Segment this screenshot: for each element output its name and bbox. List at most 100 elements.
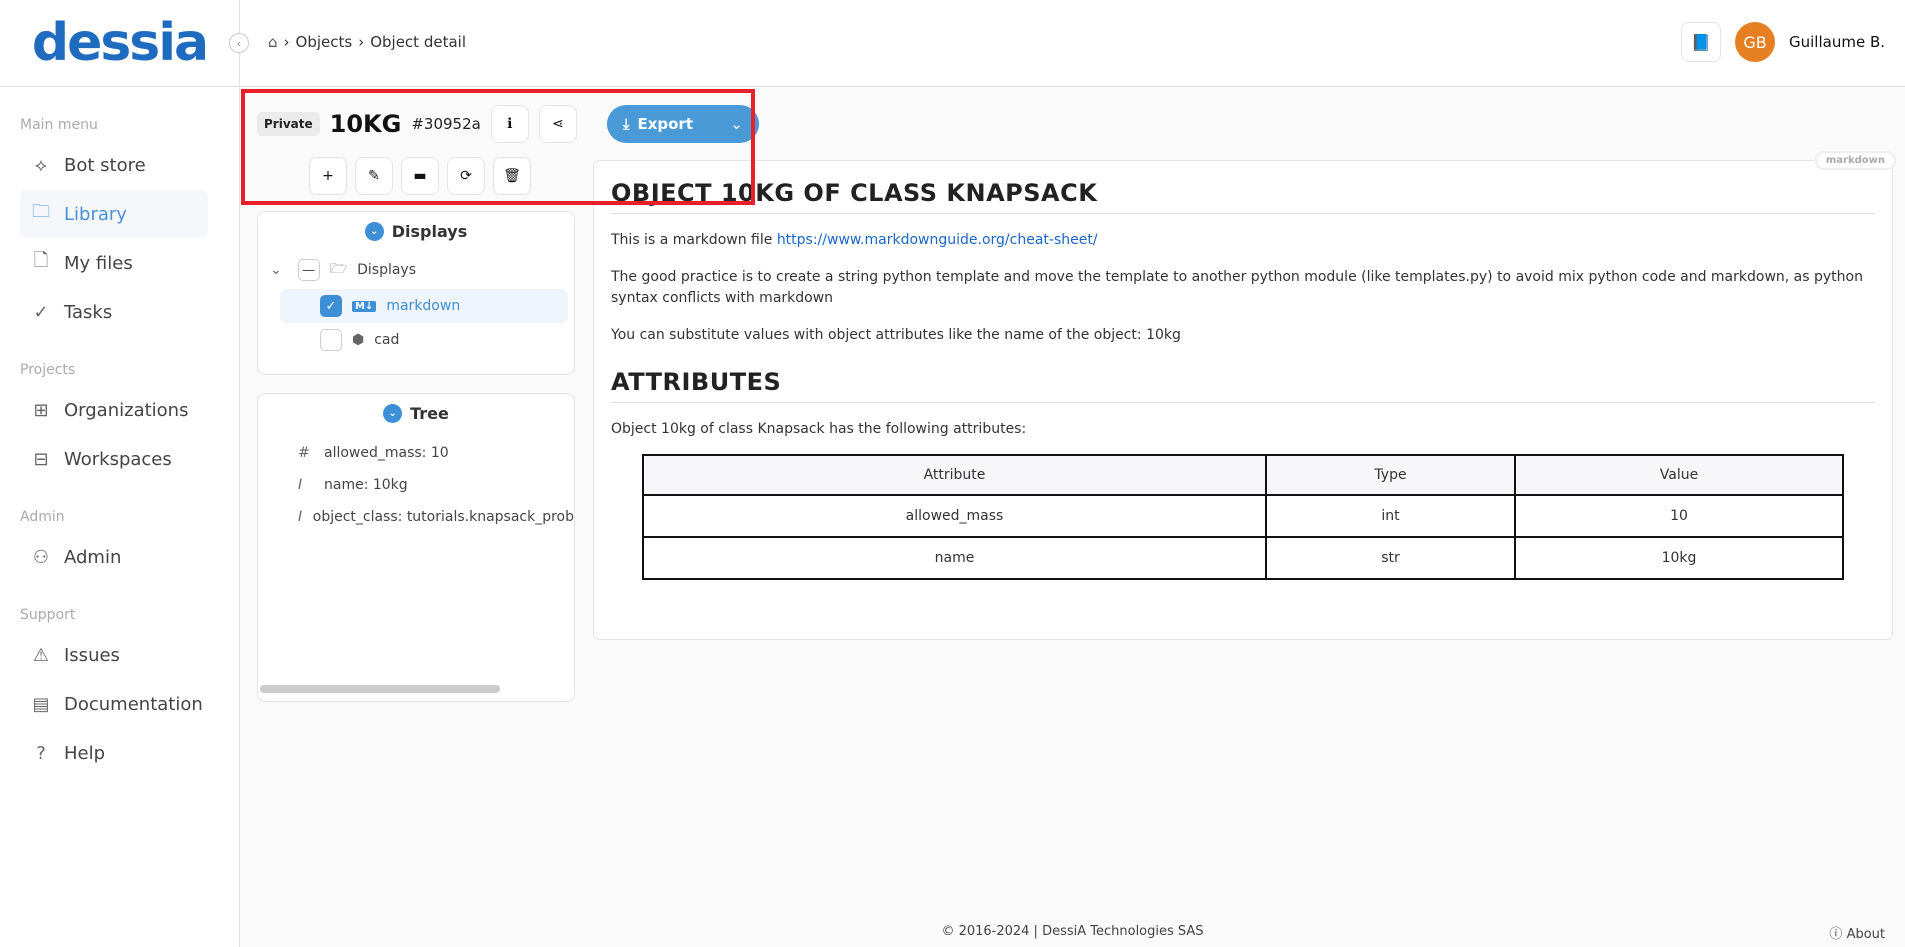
refresh-button[interactable]: ⟳	[447, 157, 485, 195]
sidebar: dessia Main menu ⟡ Bot store 🗀 Library 🗋 My fi…	[0, 0, 240, 947]
briefcase-icon: ⊟	[33, 448, 49, 470]
text-cursor-icon: I	[298, 509, 303, 525]
sidebar-item-label: Documentation	[64, 693, 203, 715]
plus-icon: +	[322, 168, 334, 184]
table-row: allowed_mass int 10	[642, 494, 1844, 538]
dessia-logo[interactable]: dessia	[0, 0, 239, 87]
home-icon[interactable]: ⌂	[268, 33, 278, 51]
sidebar-item-organizations[interactable]: ⊞ Organizations	[20, 386, 208, 434]
footer: © 2016-2024 | DessiA Technologies SAS ⓘ …	[240, 915, 1905, 947]
about-link[interactable]: ⓘ About	[1829, 923, 1885, 942]
attributes-table: Attribute Type Value allowed_mass int 10 n…	[642, 454, 1844, 580]
visibility-badge: Private	[257, 112, 320, 136]
folder-icon: 🗀	[32, 201, 50, 222]
tree-item[interactable]: # allowed_mass: 10	[258, 437, 574, 469]
sidebar-item-library[interactable]: 🗀 Library	[20, 190, 208, 238]
sidebar-item-admin[interactable]: ⚇ Admin	[20, 533, 208, 581]
chevron-down-icon[interactable]: ⌄	[730, 115, 743, 133]
displays-root-checkbox[interactable]: —	[297, 259, 320, 281]
sidebar-item-my-files[interactable]: 🗋 My files	[20, 239, 208, 287]
display-type-tag: markdown	[1814, 151, 1896, 170]
sidebar-item-documentation[interactable]: ▤ Documentation	[20, 680, 208, 728]
markdown-checkbox[interactable]: ✓	[320, 295, 342, 317]
check-circle-icon: ✓	[33, 301, 49, 323]
download-icon: ⤓	[622, 115, 630, 133]
tree-item[interactable]: Iobject_class: tutorials.knapsack_prob	[258, 501, 574, 533]
document-icon: ▤	[32, 693, 50, 715]
sidebar-item-label: Tasks	[64, 301, 113, 323]
documentation-book-button[interactable]: 📘	[1681, 22, 1721, 62]
displays-panel: ⌄ Displays ⌄ — 🗁 Displays ✓ M↓ markdown ⬢…	[257, 211, 575, 375]
breadcrumb-object-detail: Object detail	[370, 33, 466, 51]
displays-header[interactable]: ⌄ Displays	[258, 222, 574, 241]
sidebar-item-label: My files	[64, 252, 133, 274]
sidebar-item-label: Issues	[64, 644, 120, 666]
chevron-down-icon: ⌄	[364, 222, 384, 241]
sidebar-item-label: Help	[64, 742, 106, 764]
markdown-display: markdown OBJECT 10KG OF CLASS KNAPSACK T…	[593, 151, 1896, 640]
export-button[interactable]: ⤓ Export ⌄	[606, 105, 759, 143]
collapse-sidebar-button[interactable]: ‹	[229, 33, 249, 53]
sidebar-item-bot-store[interactable]: ⟡ Bot store	[20, 141, 208, 189]
sidebar-item-label: Library	[64, 203, 127, 225]
trash-icon: 🗑	[503, 168, 521, 184]
user-name[interactable]: Guillaume B.	[1789, 33, 1885, 51]
tree-panel: ⌄ Tree # allowed_mass: 10 Iname: 10kg Iobjec…	[257, 393, 575, 702]
display-item-cad[interactable]: ⬢ cad	[280, 323, 574, 357]
info-icon: ℹ	[507, 116, 513, 132]
delete-button[interactable]: 🗑	[493, 157, 531, 195]
markdown-icon: M↓	[352, 300, 377, 312]
avatar[interactable]: GB	[1735, 22, 1775, 62]
help-icon: ?	[36, 742, 46, 764]
sidebar-item-issues[interactable]: ⚠ Issues	[20, 631, 208, 679]
column-header: Value	[1514, 454, 1844, 496]
file-icon: 🗋	[33, 250, 49, 271]
heading-1: OBJECT 10KG OF CLASS KNAPSACK	[611, 179, 1875, 214]
tree-header[interactable]: ⌄ Tree	[258, 404, 574, 423]
display-item-markdown[interactable]: ✓ M↓ markdown	[280, 289, 568, 323]
sidebar-item-label: Admin	[64, 546, 122, 568]
text-cursor-icon: I	[298, 477, 303, 493]
number-icon: #	[298, 445, 310, 461]
breadcrumb-objects[interactable]: Objects	[296, 33, 353, 51]
folder-open-icon: 🗁	[329, 261, 348, 277]
info-button[interactable]: ℹ	[490, 105, 529, 143]
sidebar-item-label: Workspaces	[64, 448, 172, 470]
bot-store-icon: ⟡	[35, 154, 47, 176]
sidebar-section-title: Admin	[20, 509, 65, 525]
breadcrumb: ⌂ › Objects › Object detail	[268, 33, 466, 51]
sidebar-item-tasks[interactable]: ✓ Tasks	[20, 288, 208, 336]
cad-checkbox[interactable]	[320, 329, 342, 351]
sidebar-item-help[interactable]: ? Help	[20, 729, 208, 777]
object-id: #30952a	[411, 115, 481, 133]
chevron-down-icon: ⌄	[383, 404, 403, 423]
share-button[interactable]: ⋖	[538, 105, 577, 143]
ticket-icon: ▬	[413, 168, 427, 184]
object-title: 10KG	[329, 110, 402, 138]
warning-icon: ⚠	[32, 644, 50, 666]
column-header: Type	[1265, 454, 1516, 496]
column-header: Attribute	[642, 454, 1267, 496]
expand-chevron-icon[interactable]: ⌄	[270, 262, 282, 278]
add-button[interactable]: +	[309, 157, 347, 195]
edit-icon: ✎	[368, 168, 380, 184]
tree-item[interactable]: Iname: 10kg	[258, 469, 574, 501]
copyright: © 2016-2024 | DessiA Technologies SAS	[941, 924, 1204, 939]
cube-icon: ⬢	[352, 332, 365, 348]
user-gear-icon: ⚇	[32, 546, 50, 568]
heading-2: ATTRIBUTES	[611, 368, 1875, 403]
sidebar-item-label: Organizations	[64, 399, 189, 421]
header: ⌂ › Objects › Object detail 📘 GB Guillaume…	[240, 0, 1905, 87]
horizontal-scrollbar[interactable]	[260, 685, 500, 693]
ticket-button[interactable]: ▬	[401, 157, 439, 195]
edit-button[interactable]: ✎	[355, 157, 393, 195]
info-icon: ⓘ	[1829, 927, 1843, 942]
org-chart-icon: ⊞	[33, 399, 49, 421]
table-row: name str 10kg	[642, 536, 1844, 580]
sidebar-item-label: Bot store	[64, 154, 146, 176]
share-icon: ⋖	[551, 116, 564, 132]
sidebar-item-workspaces[interactable]: ⊟ Workspaces	[20, 435, 208, 483]
sidebar-section-title: Support	[20, 607, 76, 623]
cheat-sheet-link[interactable]: https://www.markdownguide.org/cheat-shee…	[777, 232, 1098, 248]
refresh-icon: ⟳	[460, 168, 472, 184]
